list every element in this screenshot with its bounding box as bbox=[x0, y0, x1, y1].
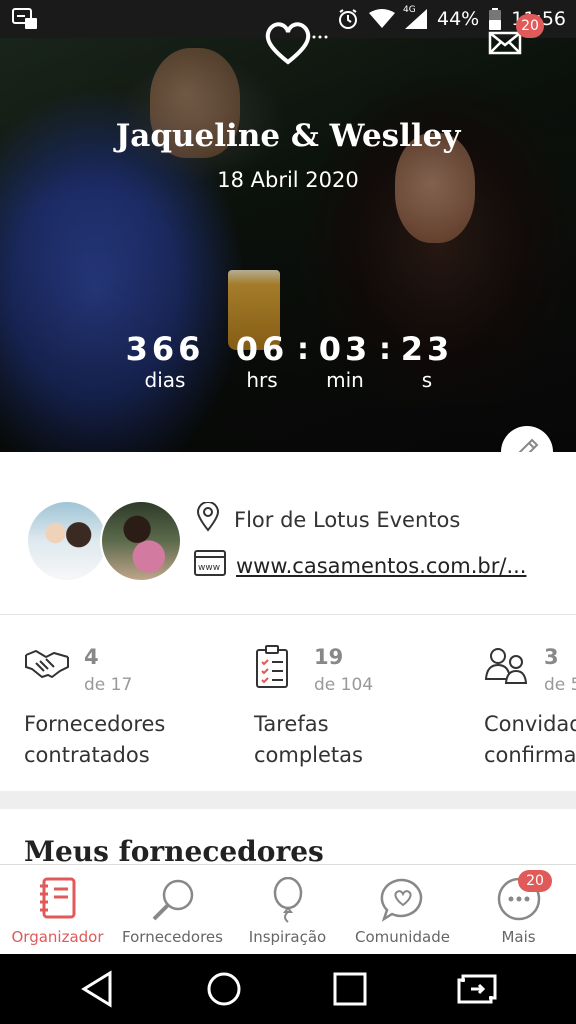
section-divider bbox=[0, 791, 576, 809]
wifi-icon bbox=[369, 9, 395, 29]
website-row[interactable]: www www.casamentos.com.br/... bbox=[194, 550, 526, 581]
battery-percent: 44% bbox=[437, 8, 480, 30]
stat-vendors[interactable]: 4 de 17 Fornecedores contratados bbox=[24, 615, 254, 791]
countdown-seconds: 23 bbox=[400, 330, 454, 368]
battery-icon bbox=[489, 8, 502, 30]
signal-icon: 4G bbox=[403, 5, 427, 29]
checklist-icon bbox=[254, 645, 290, 693]
stat-tasks-label: Tarefas completas bbox=[254, 712, 363, 767]
venue-name: Flor de Lotus Eventos bbox=[234, 507, 461, 532]
network-type: 4G bbox=[403, 5, 416, 15]
countdown-seconds-label: s bbox=[421, 368, 433, 392]
handshake-icon bbox=[24, 645, 70, 685]
app-logo-heart-icon bbox=[262, 20, 328, 70]
magnifier-icon bbox=[115, 877, 230, 923]
countdown-days: 366 bbox=[125, 330, 205, 368]
nav-inspiracao[interactable]: Inspiração bbox=[230, 865, 345, 955]
planner-notebook-icon bbox=[0, 877, 115, 919]
bottom-navigation: Organizador Fornecedores Inspiração Comu… bbox=[0, 864, 576, 955]
countdown-hours: 06 bbox=[235, 330, 289, 368]
screen-rotate-icon[interactable] bbox=[455, 970, 499, 1012]
stat-guests[interactable]: 3 de 5 Convidados confirmados bbox=[484, 615, 576, 791]
nav-fornecedores[interactable]: Fornecedores bbox=[115, 865, 230, 955]
chat-heart-icon bbox=[345, 877, 460, 923]
messages-envelope-icon[interactable] bbox=[488, 30, 522, 60]
couple-name: Jaqueline & Weslley bbox=[115, 118, 461, 154]
stat-tasks[interactable]: 19 de 104 Tarefas completas bbox=[254, 615, 484, 791]
recent-apps-icon[interactable] bbox=[332, 970, 368, 1012]
nav-organizador[interactable]: Organizador bbox=[0, 865, 115, 955]
svg-text:www: www bbox=[198, 563, 220, 573]
summary-stats: 4 de 17 Fornecedores contratados 19 de 1… bbox=[0, 615, 576, 791]
wedding-date: 18 Abril 2020 bbox=[217, 168, 359, 192]
vpn-icon bbox=[12, 8, 38, 30]
nav-comunidade[interactable]: Comunidade bbox=[345, 865, 460, 955]
stat-guests-number: 3 bbox=[544, 645, 559, 669]
countdown-days-label: dias bbox=[144, 368, 186, 392]
nav-label: Comunidade bbox=[355, 928, 450, 946]
stat-tasks-total: de 104 bbox=[314, 675, 374, 695]
alarm-icon bbox=[337, 8, 359, 30]
nav-label: Mais bbox=[501, 928, 536, 946]
balloon-icon bbox=[230, 877, 345, 923]
stat-vendors-number: 4 bbox=[84, 645, 99, 669]
guests-icon bbox=[484, 645, 530, 689]
stat-guests-total: de 5 bbox=[544, 675, 576, 695]
wedding-info: Flor de Lotus Eventos www www.casamentos… bbox=[0, 452, 576, 615]
stat-tasks-number: 19 bbox=[314, 645, 344, 669]
stat-vendors-total: de 17 bbox=[84, 675, 133, 695]
venue-row[interactable]: Flor de Lotus Eventos bbox=[196, 501, 461, 537]
avatar[interactable] bbox=[26, 500, 108, 582]
back-icon[interactable] bbox=[80, 970, 114, 1012]
website-icon: www bbox=[194, 550, 226, 581]
stat-guests-label: Convidados confirmados bbox=[484, 712, 576, 767]
more-badge: 20 bbox=[518, 870, 552, 892]
countdown-hours-label: hrs bbox=[246, 368, 278, 392]
countdown: 366 dias 06 hrs : 03 min : 23 s bbox=[120, 330, 460, 400]
countdown-minutes-label: min bbox=[326, 368, 364, 392]
messages-badge: 20 bbox=[516, 14, 544, 38]
website-link[interactable]: www.casamentos.com.br/... bbox=[236, 554, 526, 578]
location-pin-icon bbox=[196, 501, 220, 537]
system-navigation-bar bbox=[0, 954, 576, 1024]
home-icon[interactable] bbox=[205, 970, 243, 1012]
stat-vendors-label: Fornecedores contratados bbox=[24, 712, 166, 767]
avatar[interactable] bbox=[100, 500, 182, 582]
countdown-minutes: 03 bbox=[318, 330, 372, 368]
